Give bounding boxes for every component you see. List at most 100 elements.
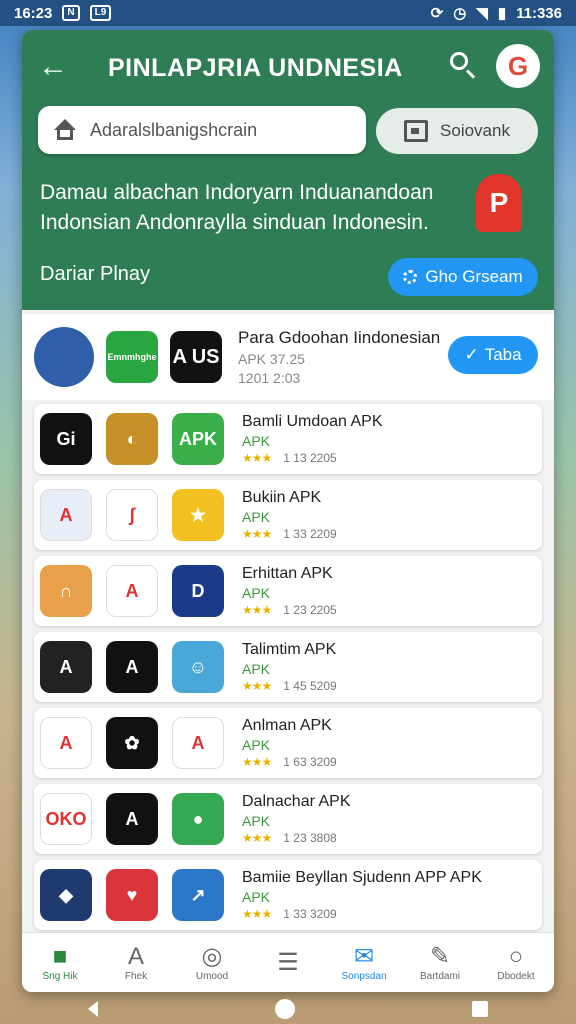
app-icon[interactable]: A — [172, 717, 224, 769]
list-item[interactable]: ∩ A D Erhittan APK APK ★★★ 1 23 2205 — [34, 556, 542, 626]
app-icon[interactable]: ☺ — [172, 641, 224, 693]
app-type: APK — [242, 737, 271, 753]
nav-item[interactable]: A Fhek — [101, 943, 171, 982]
app-icon[interactable]: A — [40, 641, 92, 693]
nav-item[interactable]: ✉ Sonpsdan — [329, 943, 399, 982]
app-icon[interactable]: ★ — [172, 489, 224, 541]
app-icon[interactable]: A — [106, 641, 158, 693]
app-icon[interactable]: A — [106, 565, 158, 617]
app-name: Talimtim APK — [242, 641, 337, 658]
featured-app-card[interactable]: Emnmhghe A US Para Gdoohan Iindonesian A… — [22, 314, 554, 400]
list-item[interactable]: A A ☺ Talimtim APK APK ★★★ 1 45 5209 — [34, 632, 542, 702]
system-back-icon[interactable] — [88, 1001, 99, 1017]
page-title: PINLAPJRIA UNDNESIA — [108, 54, 403, 82]
featured-action-button[interactable]: ✓ Taba — [448, 336, 538, 374]
promo-logo-icon[interactable]: P — [476, 174, 522, 232]
app-icon[interactable]: OKO — [40, 793, 92, 845]
app-meta: ★★★ 1 13 2205 — [242, 451, 383, 465]
system-home-icon[interactable] — [274, 999, 295, 1019]
app-icon[interactable]: ∩ — [40, 565, 92, 617]
app-info: Bukiin APK APK ★★★ 1 33 2209 — [242, 489, 337, 541]
bottom-nav: ■ Sng Hik A Fhek ◎ Umood ☰ ✉ Sonpsdan ✎ Bartdami ○ D… — [22, 932, 554, 992]
app-info: Dalnachar APK APK ★★★ 1 23 3808 — [242, 793, 351, 845]
signal-icon: ▮ — [497, 5, 507, 22]
app-meta-text: 1 13 2205 — [283, 451, 337, 465]
rating-stars-icon: ★★★ — [242, 603, 272, 617]
nav-icon: ✉ — [353, 943, 375, 970]
app-type: APK — [242, 509, 271, 525]
home-icon — [52, 119, 78, 141]
app-icon[interactable]: A — [40, 717, 92, 769]
app-name: Bukiin APK — [242, 489, 322, 506]
app-icon[interactable]: D — [172, 565, 224, 617]
app-info: Bamiie Beyllan Sjudenn APP APK APK ★★★ 1 33… — [242, 869, 482, 921]
list-item[interactable]: Gi ◐ APK Bamli Umdoan APK APK ★★★ 1 13 2205 — [34, 404, 542, 474]
app-name: Anlman APK — [242, 717, 332, 734]
nav-label: Dbodekt — [497, 971, 535, 982]
rating-stars-icon: ★★★ — [242, 831, 272, 845]
list-item[interactable]: Aʃ ★ Bukiin APK APK ★★★ 1 33 2209 — [34, 480, 542, 550]
status-bar: 16:23 N L9 ⟳ ◷ ◥ ▮ 11:336 — [0, 0, 576, 26]
app-meta-text: 1 23 2205 — [283, 603, 337, 617]
featured-icon-1[interactable] — [34, 327, 94, 387]
app-icon[interactable]: ◐ — [106, 413, 158, 465]
app-list: Gi ◐ APK Bamli Umdoan APK APK ★★★ 1 13 2205 Aʃ ★… — [34, 404, 542, 936]
notification-icon: N — [62, 5, 80, 21]
system-nav — [0, 994, 576, 1024]
app-icon[interactable]: Gi — [40, 413, 92, 465]
status-right: ⟳ ◷ ◥ ▮ 11:336 — [430, 4, 562, 23]
rating-stars-icon: ★★★ — [242, 679, 272, 693]
featured-tag: APK 37.25 — [238, 351, 305, 367]
headline-text: Damau albachan Indoryarn Induanandoan In… — [40, 181, 434, 234]
alarm-icon: ◷ — [453, 5, 467, 22]
rating-stars-icon: ★★★ — [242, 527, 272, 541]
status-time: 16:23 — [14, 4, 53, 22]
featured-icon-2[interactable]: Emnmhghe — [106, 331, 158, 383]
app-icon[interactable]: ✿ — [106, 717, 158, 769]
nav-icon: ◎ — [201, 943, 223, 970]
app-icon[interactable]: ◆ — [40, 869, 92, 921]
system-recents-icon[interactable] — [471, 1001, 488, 1017]
gear-icon — [403, 270, 418, 284]
nav-item[interactable]: ☰ — [253, 949, 323, 977]
nav-icon: A — [127, 943, 144, 970]
nav-item[interactable]: ■ Sng Hik — [25, 943, 95, 982]
app-name: Dalnachar APK — [242, 793, 351, 810]
back-arrow-icon[interactable]: ← — [38, 50, 68, 84]
list-item[interactable]: OKO A ● Dalnachar APK APK ★★★ 1 23 3808 — [34, 784, 542, 854]
cta-button[interactable]: Gho Grseam — [388, 258, 538, 296]
secondary-button-label: Soiovank — [440, 121, 510, 140]
featured-icon-3[interactable]: A US — [170, 331, 222, 383]
app-icon[interactable]: APK — [172, 413, 224, 465]
app-window: ← PINLAPJRIA UNDNESIA G Adaralslbanigshc… — [22, 30, 554, 992]
nav-item[interactable]: ○ Dbodekt — [481, 943, 551, 982]
app-info: Anlman APK APK ★★★ 1 63 3209 — [242, 717, 337, 769]
notification-badge: L9 — [89, 5, 112, 21]
app-icon[interactable]: ʃ — [106, 489, 158, 541]
rating-stars-icon: ★★★ — [242, 451, 272, 465]
search-input[interactable]: Adaralslbanigshcrain — [38, 106, 366, 154]
app-icon[interactable]: A — [40, 489, 92, 541]
app-meta: ★★★ 1 23 3808 — [242, 831, 351, 845]
nav-label: Sng Hik — [42, 971, 78, 982]
app-type: APK — [242, 813, 271, 829]
nav-item[interactable]: ✎ Bartdami — [405, 943, 475, 982]
avatar[interactable]: G — [496, 44, 540, 88]
nav-label: Fhek — [124, 971, 148, 982]
app-type: APK — [242, 661, 271, 677]
app-info: Erhittan APK APK ★★★ 1 23 2205 — [242, 565, 337, 617]
app-icon[interactable]: A — [106, 793, 158, 845]
app-icon[interactable]: ↗ — [172, 869, 224, 921]
list-item[interactable]: ◆ ♥ ↗ Bamiie Beyllan Sjudenn APP APK APK ★★★ 1… — [34, 860, 542, 930]
app-meta-text: 1 23 3808 — [283, 831, 337, 845]
featured-button-label: Taba — [484, 345, 522, 364]
search-icon[interactable] — [448, 50, 478, 80]
nav-item[interactable]: ◎ Umood — [177, 943, 247, 982]
app-icon[interactable]: ● — [172, 793, 224, 845]
list-item[interactable]: A ✿ A Anlman APK APK ★★★ 1 63 3209 — [34, 708, 542, 778]
secondary-button[interactable]: Soiovank — [376, 108, 538, 154]
app-icon[interactable]: ♥ — [106, 869, 158, 921]
sync-icon: ⟳ — [430, 5, 444, 22]
header: ← PINLAPJRIA UNDNESIA G Adaralslbanigshc… — [22, 30, 554, 310]
app-name: Bamiie Beyllan Sjudenn APP APK — [242, 869, 482, 886]
